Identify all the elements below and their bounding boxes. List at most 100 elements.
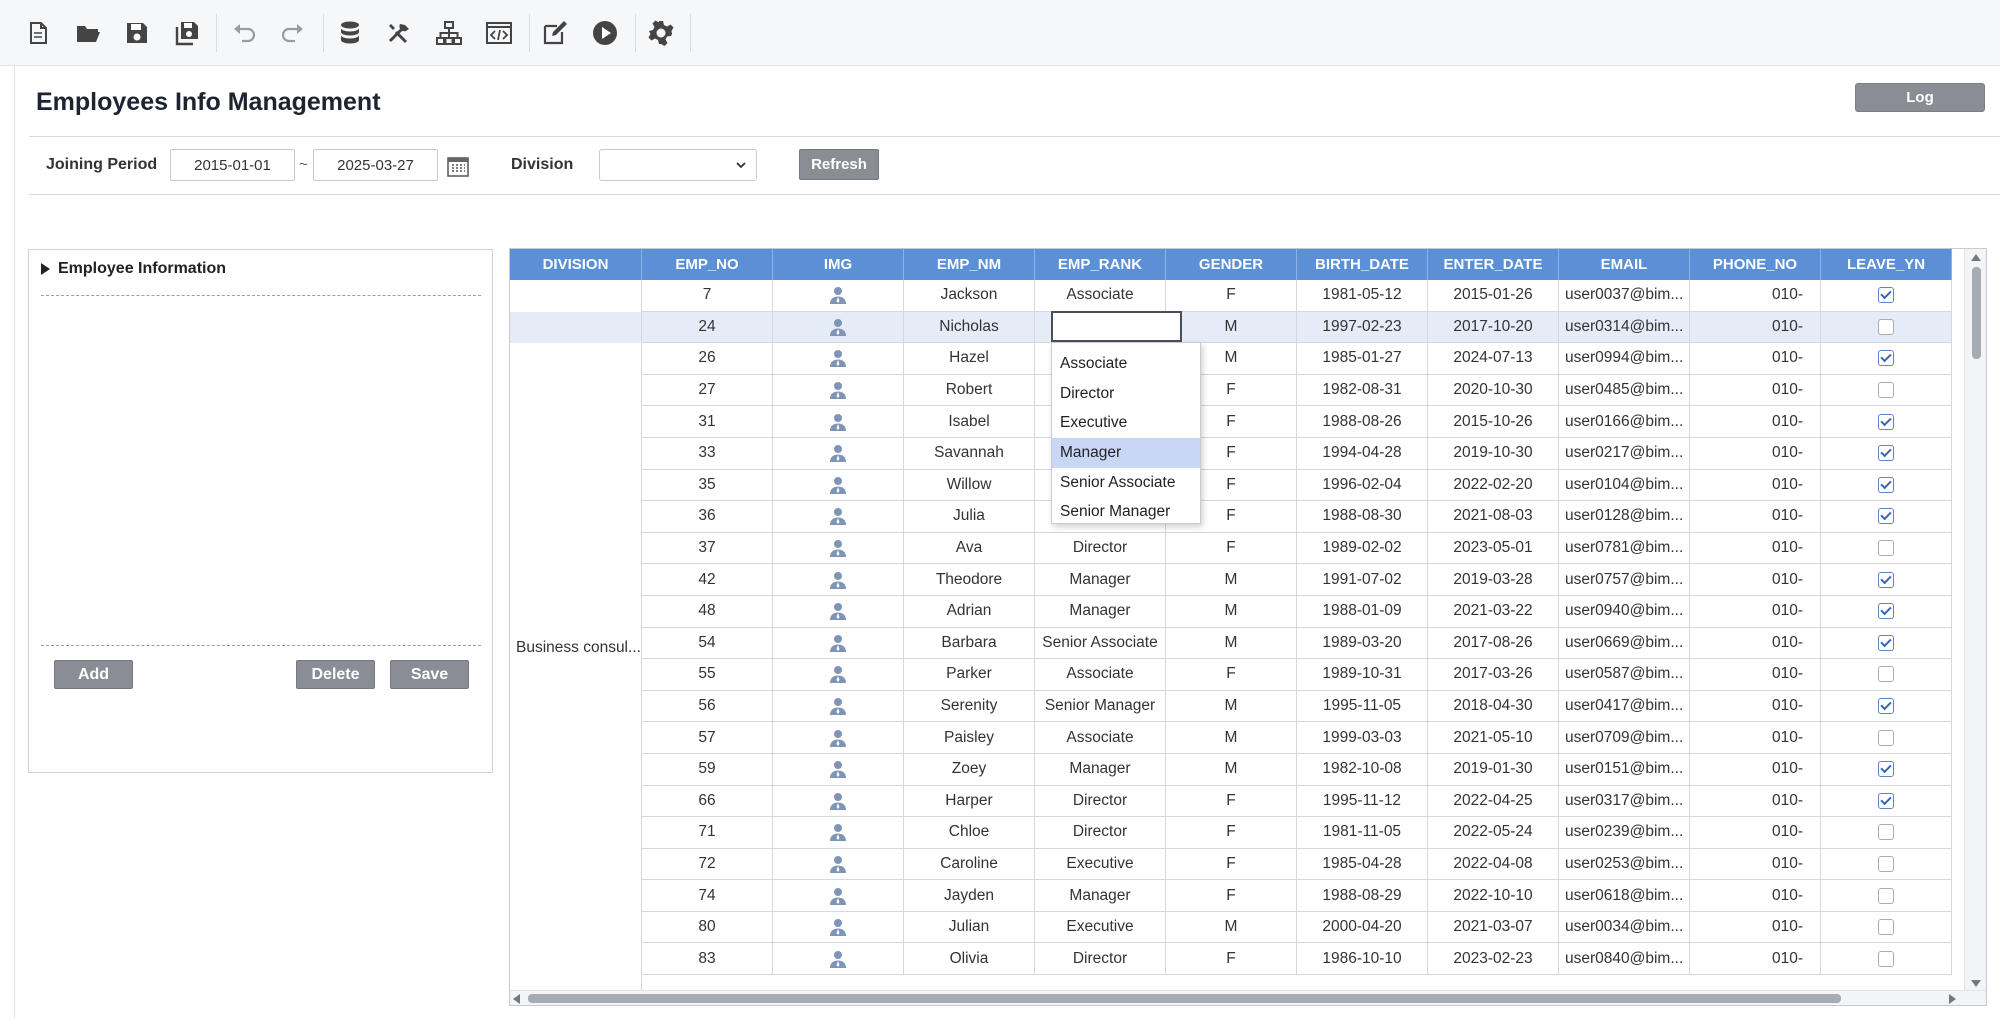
cell-enter-date[interactable]: 2022-04-25 xyxy=(1428,785,1559,818)
checkbox[interactable] xyxy=(1878,445,1894,462)
cell-email[interactable]: user0314@bim... xyxy=(1559,311,1690,344)
refresh-button[interactable]: Refresh xyxy=(799,149,879,180)
cell-birth-date[interactable]: 1989-10-31 xyxy=(1297,659,1428,691)
horizontal-scroll-thumb[interactable] xyxy=(528,994,1841,1003)
cell-emp-no[interactable]: 74 xyxy=(642,880,773,912)
cell-birth-date[interactable]: 1991-07-02 xyxy=(1297,564,1428,596)
dropdown-option[interactable]: Director xyxy=(1052,379,1200,409)
expand-triangle-icon[interactable] xyxy=(41,263,50,275)
column-header-emp-no[interactable]: EMP_NO xyxy=(642,249,773,280)
cell-emp-nm[interactable]: Chloe xyxy=(904,817,1035,849)
cell-emp-nm[interactable]: Olivia xyxy=(904,943,1035,976)
person-icon[interactable] xyxy=(773,817,904,849)
cell-gender[interactable]: M xyxy=(1166,627,1297,660)
cell-birth-date[interactable]: 1982-10-08 xyxy=(1297,753,1428,786)
cell-birth-date[interactable]: 1996-02-04 xyxy=(1297,469,1428,502)
cell-emp-rank[interactable]: Manager xyxy=(1035,595,1166,628)
cell-email[interactable]: user0034@bim... xyxy=(1559,911,1690,944)
date-from-input[interactable]: 2015-01-01 xyxy=(170,149,295,181)
add-button[interactable]: Add xyxy=(54,660,133,689)
save-all-icon[interactable] xyxy=(167,13,207,53)
cell-emp-nm[interactable]: Savannah xyxy=(904,437,1035,470)
leave-checkbox[interactable] xyxy=(1821,469,1952,502)
cell-enter-date[interactable]: 2015-01-26 xyxy=(1428,280,1559,312)
cell-phone-no[interactable]: 010- xyxy=(1690,911,1821,944)
code-view-icon[interactable] xyxy=(479,13,519,53)
cell-gender[interactable]: M xyxy=(1166,595,1297,628)
table-row[interactable]: 36 Julia F 1988-08-30 2021-08-03 user0128@bim… xyxy=(642,501,1952,533)
cell-emp-no[interactable]: 24 xyxy=(642,311,773,344)
checkbox[interactable] xyxy=(1878,666,1894,683)
horizontal-scrollbar[interactable] xyxy=(510,990,1986,1005)
leave-checkbox[interactable] xyxy=(1821,627,1952,660)
cell-phone-no[interactable]: 010- xyxy=(1690,627,1821,660)
cell-phone-no[interactable]: 010- xyxy=(1690,690,1821,723)
cell-enter-date[interactable]: 2023-05-01 xyxy=(1428,532,1559,565)
cell-emp-no[interactable]: 55 xyxy=(642,659,773,691)
cell-emp-nm[interactable]: Julia xyxy=(904,501,1035,533)
leave-checkbox[interactable] xyxy=(1821,911,1952,944)
column-header-leave-yn[interactable]: LEAVE_YN xyxy=(1821,249,1952,280)
date-to-input[interactable]: 2025-03-27 xyxy=(313,149,438,181)
cell-email[interactable]: user0104@bim... xyxy=(1559,469,1690,502)
cell-enter-date[interactable]: 2019-03-28 xyxy=(1428,564,1559,596)
cell-emp-no[interactable]: 57 xyxy=(642,722,773,754)
dropdown-option[interactable]: Executive xyxy=(1052,408,1200,438)
cell-gender[interactable]: M xyxy=(1166,564,1297,596)
cell-emp-no[interactable]: 80 xyxy=(642,911,773,944)
save-icon[interactable] xyxy=(117,13,157,53)
cell-email[interactable]: user0128@bim... xyxy=(1559,501,1690,533)
table-row[interactable]: 31 Isabel F 1988-08-26 2015-10-26 user0166@bi… xyxy=(642,406,1952,438)
cell-email[interactable]: user0709@bim... xyxy=(1559,722,1690,754)
cell-emp-no[interactable]: 66 xyxy=(642,785,773,818)
cell-email[interactable]: user0485@bim... xyxy=(1559,374,1690,407)
cell-phone-no[interactable]: 010- xyxy=(1690,343,1821,375)
person-icon[interactable] xyxy=(773,690,904,723)
delete-button[interactable]: Delete xyxy=(296,660,375,689)
leave-checkbox[interactable] xyxy=(1821,690,1952,723)
cell-emp-nm[interactable]: Robert xyxy=(904,374,1035,407)
vertical-scrollbar[interactable] xyxy=(1964,249,1986,992)
scroll-right-icon[interactable] xyxy=(1949,994,1956,1004)
cell-emp-no[interactable]: 59 xyxy=(642,753,773,786)
dropdown-option[interactable]: Senior Manager xyxy=(1052,497,1200,527)
cell-emp-nm[interactable]: Nicholas xyxy=(904,311,1035,344)
table-row[interactable]: 37 Ava Director F 1989-02-02 2023-05-01 user07… xyxy=(642,532,1952,565)
cell-phone-no[interactable]: 010- xyxy=(1690,280,1821,312)
cell-birth-date[interactable]: 2000-04-20 xyxy=(1297,911,1428,944)
leave-checkbox[interactable] xyxy=(1821,280,1952,312)
cell-birth-date[interactable]: 1989-02-02 xyxy=(1297,532,1428,565)
cell-enter-date[interactable]: 2019-10-30 xyxy=(1428,437,1559,470)
checkbox[interactable] xyxy=(1878,792,1894,809)
cell-emp-rank[interactable]: Associate xyxy=(1035,280,1166,312)
tools-icon[interactable] xyxy=(379,13,419,53)
table-row[interactable]: 26 Hazel M 1985-01-27 2024-07-13 user0994@bim… xyxy=(642,343,1952,375)
column-header-birth-date[interactable]: BIRTH_DATE xyxy=(1297,249,1428,280)
cell-gender[interactable]: F xyxy=(1166,532,1297,565)
cell-emp-nm[interactable]: Adrian xyxy=(904,595,1035,628)
cell-phone-no[interactable]: 010- xyxy=(1690,722,1821,754)
cell-enter-date[interactable]: 2017-03-26 xyxy=(1428,659,1559,691)
leave-checkbox[interactable] xyxy=(1821,848,1952,881)
cell-birth-date[interactable]: 1988-01-09 xyxy=(1297,595,1428,628)
leave-checkbox[interactable] xyxy=(1821,311,1952,344)
table-row[interactable]: 42 Theodore Manager M 1991-07-02 2019-03-28 us… xyxy=(642,564,1952,596)
cell-birth-date[interactable]: 1988-08-29 xyxy=(1297,880,1428,912)
leave-checkbox[interactable] xyxy=(1821,753,1952,786)
cell-emp-rank[interactable]: Senior Associate xyxy=(1035,627,1166,660)
column-header-gender[interactable]: GENDER xyxy=(1166,249,1297,280)
cell-enter-date[interactable]: 2021-03-22 xyxy=(1428,595,1559,628)
cell-emp-nm[interactable]: Caroline xyxy=(904,848,1035,881)
cell-email[interactable]: user0618@bim... xyxy=(1559,880,1690,912)
cell-enter-date[interactable]: 2021-05-10 xyxy=(1428,722,1559,754)
new-file-icon[interactable] xyxy=(18,13,58,53)
leave-checkbox[interactable] xyxy=(1821,532,1952,565)
cell-gender[interactable]: F xyxy=(1166,943,1297,976)
leave-checkbox[interactable] xyxy=(1821,722,1952,754)
table-row[interactable]: 48 Adrian Manager M 1988-01-09 2021-03-22 user… xyxy=(642,595,1952,628)
table-row[interactable]: 74 Jayden Manager F 1988-08-29 2022-10-10 user… xyxy=(642,880,1952,912)
cell-phone-no[interactable]: 010- xyxy=(1690,564,1821,596)
cell-email[interactable]: user0037@bim... xyxy=(1559,280,1690,312)
cell-emp-nm[interactable]: Barbara xyxy=(904,627,1035,660)
checkbox[interactable] xyxy=(1878,350,1894,367)
